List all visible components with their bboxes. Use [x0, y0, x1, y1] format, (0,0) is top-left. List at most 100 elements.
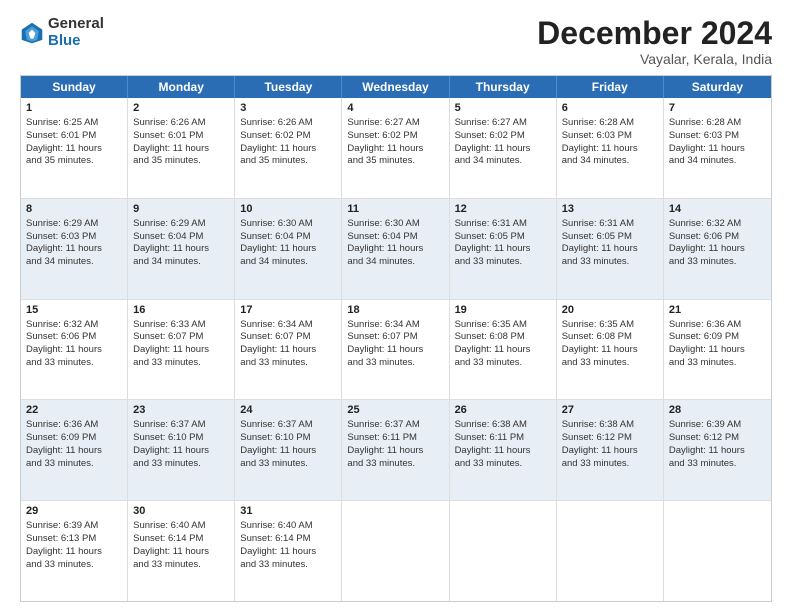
- day-info-line: Daylight: 11 hours: [669, 243, 766, 256]
- day-number: 19: [455, 303, 551, 318]
- day-info-line: and 34 minutes.: [26, 256, 122, 269]
- calendar-cell: 20Sunrise: 6:35 AMSunset: 6:08 PMDayligh…: [557, 300, 664, 400]
- day-number: 24: [240, 403, 336, 418]
- day-number: 7: [669, 101, 766, 116]
- calendar-cell: [342, 501, 449, 601]
- day-info-line: and 33 minutes.: [240, 559, 336, 572]
- day-info-line: Sunrise: 6:29 AM: [133, 218, 229, 231]
- day-number: 22: [26, 403, 122, 418]
- calendar-cell: 3Sunrise: 6:26 AMSunset: 6:02 PMDaylight…: [235, 98, 342, 198]
- day-info-line: Daylight: 11 hours: [562, 243, 658, 256]
- logo-blue-text: Blue: [48, 33, 104, 50]
- day-number: 20: [562, 303, 658, 318]
- day-info-line: Sunset: 6:07 PM: [240, 331, 336, 344]
- day-info-line: Sunset: 6:07 PM: [347, 331, 443, 344]
- day-number: 10: [240, 202, 336, 217]
- day-info-line: Sunrise: 6:36 AM: [26, 419, 122, 432]
- day-info-line: Sunset: 6:03 PM: [562, 130, 658, 143]
- day-info-line: and 33 minutes.: [347, 357, 443, 370]
- day-info-line: Sunrise: 6:37 AM: [347, 419, 443, 432]
- calendar-cell: 7Sunrise: 6:28 AMSunset: 6:03 PMDaylight…: [664, 98, 771, 198]
- day-info-line: and 33 minutes.: [455, 458, 551, 471]
- header-friday: Friday: [557, 76, 664, 98]
- calendar-cell: [557, 501, 664, 601]
- day-info-line: Sunset: 6:07 PM: [133, 331, 229, 344]
- calendar-cell: 1Sunrise: 6:25 AMSunset: 6:01 PMDaylight…: [21, 98, 128, 198]
- day-info-line: Daylight: 11 hours: [26, 143, 122, 156]
- day-info-line: and 33 minutes.: [562, 357, 658, 370]
- calendar-cell: 24Sunrise: 6:37 AMSunset: 6:10 PMDayligh…: [235, 400, 342, 500]
- calendar-location: Vayalar, Kerala, India: [537, 51, 772, 67]
- day-info-line: and 33 minutes.: [347, 458, 443, 471]
- day-info-line: Daylight: 11 hours: [240, 143, 336, 156]
- day-info-line: Sunrise: 6:33 AM: [133, 319, 229, 332]
- day-info-line: Daylight: 11 hours: [455, 243, 551, 256]
- calendar-cell: 28Sunrise: 6:39 AMSunset: 6:12 PMDayligh…: [664, 400, 771, 500]
- day-info-line: Daylight: 11 hours: [455, 445, 551, 458]
- day-info-line: and 35 minutes.: [133, 155, 229, 168]
- calendar-cell: 11Sunrise: 6:30 AMSunset: 6:04 PMDayligh…: [342, 199, 449, 299]
- day-info-line: Sunrise: 6:25 AM: [26, 117, 122, 130]
- header-saturday: Saturday: [664, 76, 771, 98]
- day-info-line: Sunrise: 6:26 AM: [240, 117, 336, 130]
- day-info-line: Daylight: 11 hours: [669, 344, 766, 357]
- day-info-line: and 33 minutes.: [562, 458, 658, 471]
- day-info-line: Sunset: 6:09 PM: [669, 331, 766, 344]
- day-number: 8: [26, 202, 122, 217]
- day-info-line: Sunrise: 6:35 AM: [455, 319, 551, 332]
- calendar-cell: 4Sunrise: 6:27 AMSunset: 6:02 PMDaylight…: [342, 98, 449, 198]
- calendar-week-2: 8Sunrise: 6:29 AMSunset: 6:03 PMDaylight…: [21, 199, 771, 300]
- day-number: 25: [347, 403, 443, 418]
- calendar-cell: 31Sunrise: 6:40 AMSunset: 6:14 PMDayligh…: [235, 501, 342, 601]
- calendar-cell: 18Sunrise: 6:34 AMSunset: 6:07 PMDayligh…: [342, 300, 449, 400]
- day-info-line: Daylight: 11 hours: [26, 344, 122, 357]
- day-info-line: Daylight: 11 hours: [133, 445, 229, 458]
- day-info-line: Daylight: 11 hours: [562, 143, 658, 156]
- day-info-line: Sunset: 6:02 PM: [347, 130, 443, 143]
- day-info-line: Sunset: 6:04 PM: [133, 231, 229, 244]
- day-number: 9: [133, 202, 229, 217]
- logo-general-text: General: [48, 16, 104, 33]
- calendar-cell: 6Sunrise: 6:28 AMSunset: 6:03 PMDaylight…: [557, 98, 664, 198]
- calendar-body: 1Sunrise: 6:25 AMSunset: 6:01 PMDaylight…: [21, 98, 771, 601]
- day-info-line: Sunrise: 6:35 AM: [562, 319, 658, 332]
- day-info-line: and 34 minutes.: [562, 155, 658, 168]
- day-info-line: Sunset: 6:08 PM: [455, 331, 551, 344]
- calendar-week-3: 15Sunrise: 6:32 AMSunset: 6:06 PMDayligh…: [21, 300, 771, 401]
- calendar-cell: 21Sunrise: 6:36 AMSunset: 6:09 PMDayligh…: [664, 300, 771, 400]
- calendar-cell: 19Sunrise: 6:35 AMSunset: 6:08 PMDayligh…: [450, 300, 557, 400]
- day-info-line: Sunrise: 6:27 AM: [455, 117, 551, 130]
- day-number: 28: [669, 403, 766, 418]
- day-info-line: and 33 minutes.: [669, 256, 766, 269]
- header-sunday: Sunday: [21, 76, 128, 98]
- day-info-line: and 33 minutes.: [669, 458, 766, 471]
- day-info-line: Daylight: 11 hours: [562, 445, 658, 458]
- day-info-line: Daylight: 11 hours: [240, 445, 336, 458]
- day-info-line: Sunset: 6:13 PM: [26, 533, 122, 546]
- day-info-line: Daylight: 11 hours: [347, 243, 443, 256]
- day-info-line: Daylight: 11 hours: [133, 344, 229, 357]
- day-info-line: and 35 minutes.: [26, 155, 122, 168]
- day-info-line: Daylight: 11 hours: [26, 243, 122, 256]
- day-info-line: Sunrise: 6:39 AM: [26, 520, 122, 533]
- day-info-line: Sunrise: 6:29 AM: [26, 218, 122, 231]
- calendar-cell: 30Sunrise: 6:40 AMSunset: 6:14 PMDayligh…: [128, 501, 235, 601]
- day-info-line: Sunset: 6:03 PM: [26, 231, 122, 244]
- day-number: 16: [133, 303, 229, 318]
- calendar-week-5: 29Sunrise: 6:39 AMSunset: 6:13 PMDayligh…: [21, 501, 771, 601]
- day-info-line: and 33 minutes.: [455, 357, 551, 370]
- day-info-line: and 35 minutes.: [347, 155, 443, 168]
- day-info-line: and 33 minutes.: [133, 559, 229, 572]
- day-number: 29: [26, 504, 122, 519]
- calendar-cell: 29Sunrise: 6:39 AMSunset: 6:13 PMDayligh…: [21, 501, 128, 601]
- day-number: 17: [240, 303, 336, 318]
- day-info-line: Daylight: 11 hours: [347, 445, 443, 458]
- day-info-line: Sunrise: 6:31 AM: [455, 218, 551, 231]
- calendar-cell: 15Sunrise: 6:32 AMSunset: 6:06 PMDayligh…: [21, 300, 128, 400]
- calendar-page: General Blue December 2024 Vayalar, Kera…: [0, 0, 792, 612]
- calendar-cell: 26Sunrise: 6:38 AMSunset: 6:11 PMDayligh…: [450, 400, 557, 500]
- day-info-line: Daylight: 11 hours: [240, 243, 336, 256]
- page-header: General Blue December 2024 Vayalar, Kera…: [20, 16, 772, 67]
- day-number: 30: [133, 504, 229, 519]
- day-info-line: and 35 minutes.: [240, 155, 336, 168]
